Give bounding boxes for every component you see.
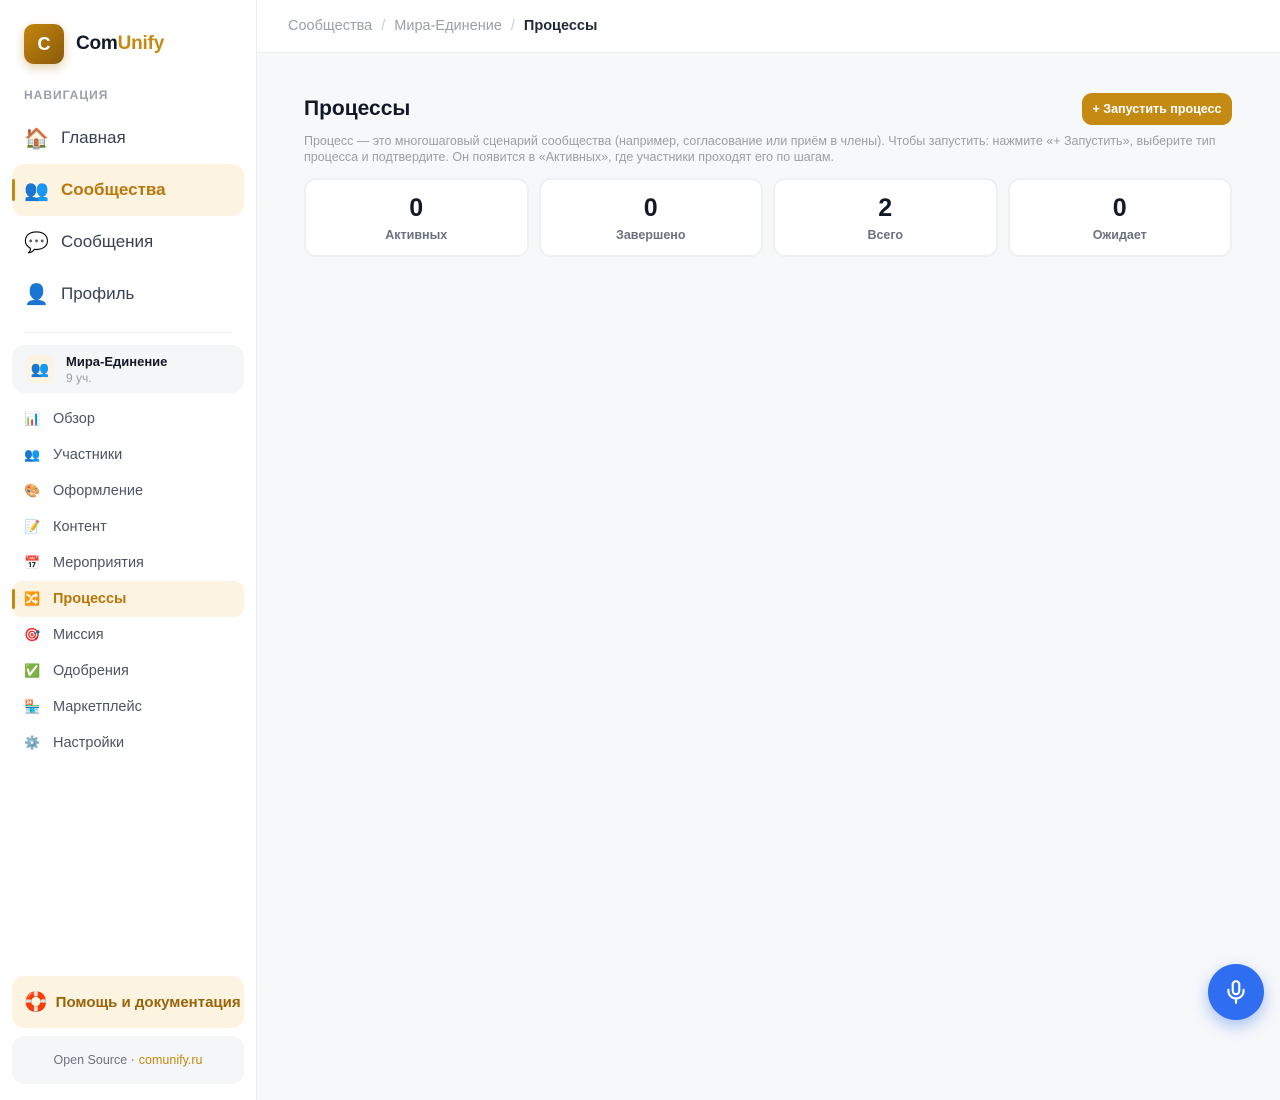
sidebar-item-label: Настройки <box>53 735 125 751</box>
stat-label: Активных <box>385 227 448 242</box>
person-icon: 👤 <box>24 283 49 306</box>
sidebar-item-label: Оформление <box>53 483 144 499</box>
breadcrumb-separator: / <box>510 18 515 34</box>
sidebar-item-label: Сообщения <box>61 232 154 251</box>
stat-card-completed: 0 Завершено <box>538 178 763 257</box>
sidebar-item-label: Процессы <box>53 591 127 607</box>
stats-row: 0 Активных 0 Завершено 2 Всего 0 Ожидает <box>304 178 1232 257</box>
page-title: Процессы <box>304 97 411 120</box>
breadcrumb-item-current: Процессы <box>523 18 598 34</box>
sidebar-item-label: Контент <box>53 519 107 535</box>
footer-card: Open Source · comunify.ru <box>12 1036 244 1084</box>
people-icon: 👥 <box>24 447 41 462</box>
divider <box>24 332 232 333</box>
people-icon: 👥 <box>26 355 54 383</box>
sidebar: C ComUnify НАВИГАЦИЯ 🏠 Главная 👥 Сообщес… <box>0 0 257 1100</box>
sidebar-item-label: Главная <box>61 128 126 147</box>
microphone-icon <box>1227 980 1245 1004</box>
sidebar-item-home[interactable]: 🏠 Главная <box>12 112 244 164</box>
home-icon: 🏠 <box>24 127 49 150</box>
lifebuoy-icon: 🛟 <box>24 992 48 1013</box>
page-description: Процесс — это многошаговый сценарий сооб… <box>304 134 1216 164</box>
target-icon: 🎯 <box>24 627 41 642</box>
footer-prefix: Open Source · <box>53 1053 135 1067</box>
sidebar-item-label: Сообщества <box>61 180 166 199</box>
sidebar-item-members[interactable]: 👥 Участники <box>12 437 244 473</box>
stat-label: Завершено <box>616 227 686 242</box>
stat-label: Ожидает <box>1092 227 1147 242</box>
footer-link[interactable]: comunify.ru <box>139 1053 203 1067</box>
breadcrumb-item-communities[interactable]: Сообщества <box>288 18 372 34</box>
sidebar-item-label: Обзор <box>53 411 95 427</box>
sidebar-item-mission[interactable]: 🎯 Миссия <box>12 617 244 653</box>
nav-caption: НАВИГАЦИЯ <box>24 88 109 102</box>
sidebar-item-marketplace[interactable]: 🏪 Маркетплейс <box>12 689 244 725</box>
brand-name: ComUnify <box>76 33 165 54</box>
breadcrumb-separator: / <box>381 18 386 34</box>
stat-card-total: 2 Всего <box>773 178 998 257</box>
gear-icon: ⚙️ <box>24 735 41 750</box>
community-nav: 📊 Обзор 👥 Участники 🎨 Оформление 📝 Конте… <box>12 401 244 761</box>
sidebar-item-communities[interactable]: 👥 Сообщества <box>12 164 244 216</box>
sidebar-item-label: Маркетплейс <box>53 699 142 715</box>
stat-value: 0 <box>643 193 658 222</box>
sidebar-item-label: Участники <box>53 447 123 463</box>
sidebar-item-label: Профиль <box>61 284 135 303</box>
sidebar-item-label: Миссия <box>53 627 104 643</box>
palette-icon: 🎨 <box>24 483 41 498</box>
memo-icon: 📝 <box>24 519 41 534</box>
breadcrumb-item-community[interactable]: Мира-Единение <box>394 18 502 34</box>
sidebar-item-processes[interactable]: 🔀 Процессы <box>12 581 244 617</box>
sidebar-item-events[interactable]: 📅 Мероприятия <box>12 545 244 581</box>
sidebar-item-overview[interactable]: 📊 Обзор <box>12 401 244 437</box>
stat-value: 0 <box>1112 193 1127 222</box>
help-docs-label: Помощь и документация <box>55 993 241 1011</box>
stat-value: 0 <box>409 193 424 222</box>
sidebar-item-profile[interactable]: 👤 Профиль <box>12 268 244 320</box>
help-docs-button[interactable]: 🛟 Помощь и документация <box>12 976 244 1028</box>
check-icon: ✅ <box>24 663 41 678</box>
brand[interactable]: C ComUnify <box>24 24 164 64</box>
community-name: Мира-Единение <box>66 353 168 369</box>
brand-logo: C <box>24 24 64 64</box>
sidebar-item-messages[interactable]: 💬 Сообщения <box>12 216 244 268</box>
people-icon: 👥 <box>24 179 49 202</box>
main-nav: 🏠 Главная 👥 Сообщества 💬 Сообщения 👤 Про… <box>12 112 244 320</box>
voice-input-button[interactable] <box>1208 964 1264 1020</box>
store-icon: 🏪 <box>24 699 41 714</box>
chat-icon: 💬 <box>24 231 49 254</box>
start-process-button[interactable]: + Запустить процесс <box>1082 93 1232 125</box>
breadcrumb: Сообщества / Мира-Единение / Процессы <box>257 0 1280 53</box>
stat-label: Всего <box>867 227 904 242</box>
community-card[interactable]: 👥 Мира-Единение 9 уч. <box>12 345 244 393</box>
stat-card-active: 0 Активных <box>304 178 529 257</box>
sidebar-item-settings[interactable]: ⚙️ Настройки <box>12 725 244 761</box>
sidebar-item-approvals[interactable]: ✅ Одобрения <box>12 653 244 689</box>
sidebar-item-content[interactable]: 📝 Контент <box>12 509 244 545</box>
chart-icon: 📊 <box>24 411 41 426</box>
shuffle-icon: 🔀 <box>24 591 41 606</box>
stat-card-pending: 0 Ожидает <box>1007 178 1232 257</box>
sidebar-item-appearance[interactable]: 🎨 Оформление <box>12 473 244 509</box>
community-member-count: 9 уч. <box>66 370 92 385</box>
stat-value: 2 <box>878 193 893 222</box>
sidebar-item-label: Мероприятия <box>53 555 144 571</box>
calendar-icon: 📅 <box>24 555 41 570</box>
sidebar-item-label: Одобрения <box>53 663 129 679</box>
